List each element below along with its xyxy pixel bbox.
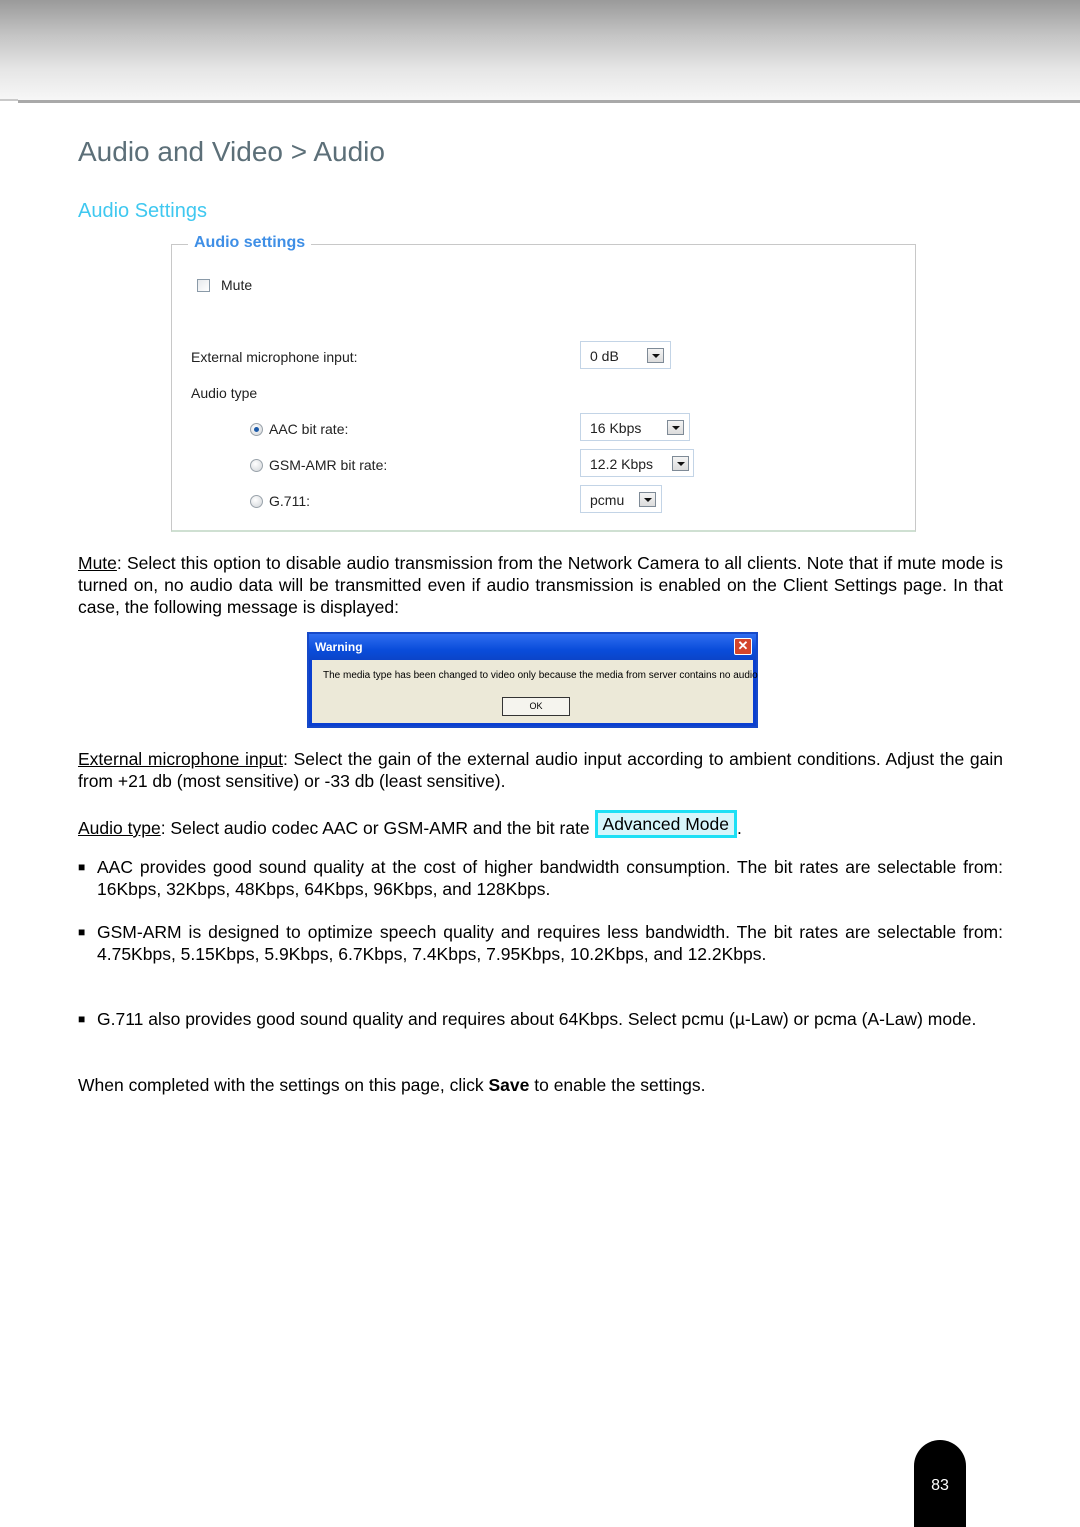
- page-title: Audio and Video > Audio: [78, 136, 385, 167]
- mute-checkbox[interactable]: [197, 279, 210, 292]
- bullet-text: GSM-ARM is designed to optimize speech q…: [97, 922, 1003, 964]
- dialog-message: The media type has been changed to video…: [323, 670, 758, 681]
- page-number-tab: 83: [914, 1440, 966, 1527]
- g711-mode-value: pcmu: [590, 492, 625, 508]
- close-icon[interactable]: ✕: [734, 638, 752, 655]
- panel-legend: Audio settings: [188, 234, 312, 252]
- dialog-titlebar: Warning ✕: [309, 634, 756, 660]
- ext-mic-value: 0 dB: [590, 348, 619, 364]
- audio-type-text: : Select audio codec AAC or GSM-AMR and …: [160, 818, 595, 838]
- bullet-mark: ■: [78, 1012, 86, 1026]
- mute-text: : Select this option to disable audio tr…: [78, 553, 1003, 617]
- aac-radio[interactable]: [250, 423, 263, 436]
- bullet-mark: ■: [78, 860, 86, 874]
- chevron-down-icon[interactable]: [667, 420, 684, 435]
- g711-label: G.711:: [269, 493, 310, 509]
- gsm-amr-bitrate-value: 12.2 Kbps: [590, 456, 654, 472]
- ext-mic-term: External microphone input: [78, 749, 284, 769]
- ext-mic-select[interactable]: 0 dB: [580, 341, 671, 369]
- audio-type-end: .: [737, 818, 742, 838]
- advanced-mode-badge: Advanced Mode: [594, 810, 738, 838]
- g711-mode-select[interactable]: pcmu: [580, 485, 662, 513]
- audio-type-term: Audio type: [78, 818, 161, 838]
- gsm-amr-bitrate-select[interactable]: 12.2 Kbps: [580, 449, 694, 477]
- chevron-down-icon[interactable]: [672, 456, 689, 471]
- dialog-title: Warning: [315, 640, 363, 654]
- gsm-amr-radio[interactable]: [250, 459, 263, 472]
- mute-term: Mute: [78, 553, 117, 573]
- save-pre: When completed with the settings on this…: [78, 1075, 489, 1095]
- header-band: [0, 0, 1080, 100]
- g711-radio[interactable]: [250, 495, 263, 508]
- save-post: to enable the settings.: [529, 1075, 706, 1095]
- bullet-text: G.711 also provides good sound quality a…: [97, 1009, 977, 1029]
- audio-type-label: Audio type: [191, 385, 258, 401]
- audio-settings-panel: Audio settings Mute External microphone …: [171, 234, 916, 532]
- chevron-down-icon[interactable]: [647, 348, 664, 363]
- mute-label: Mute: [221, 277, 253, 293]
- bullet-g711: ■ G.711 also provides good sound quality…: [78, 1009, 1003, 1031]
- page-number: 83: [931, 1477, 949, 1494]
- ext-mic-description: External microphone input: Select the ga…: [78, 748, 1003, 792]
- aac-bitrate-select[interactable]: 16 Kbps: [580, 413, 690, 441]
- dialog-body: The media type has been changed to video…: [312, 660, 758, 723]
- aac-label: AAC bit rate:: [269, 421, 349, 437]
- warning-dialog: Warning ✕ The media type has been change…: [307, 632, 758, 728]
- header-rule: [18, 100, 1080, 103]
- gsm-amr-label: GSM-AMR bit rate:: [269, 457, 388, 473]
- ok-button[interactable]: OK: [502, 697, 570, 716]
- audio-type-description: Audio type: Select audio codec AAC or GS…: [78, 810, 1003, 842]
- header-rule-left: [0, 99, 18, 101]
- bullet-gsm: ■ GSM-ARM is designed to optimize speech…: [78, 922, 1003, 965]
- save-instruction: When completed with the settings on this…: [78, 1074, 1003, 1096]
- ext-mic-label: External microphone input:: [191, 349, 358, 365]
- bullet-aac: ■ AAC provides good sound quality at the…: [78, 857, 1003, 900]
- save-word: Save: [488, 1075, 530, 1095]
- bullet-text: AAC provides good sound quality at the c…: [97, 857, 1003, 899]
- chevron-down-icon[interactable]: [639, 492, 656, 507]
- aac-bitrate-value: 16 Kbps: [590, 420, 642, 436]
- mute-description: Mute: Select this option to disable audi…: [78, 552, 1003, 618]
- bullet-mark: ■: [78, 925, 86, 939]
- section-title: Audio Settings: [78, 200, 207, 222]
